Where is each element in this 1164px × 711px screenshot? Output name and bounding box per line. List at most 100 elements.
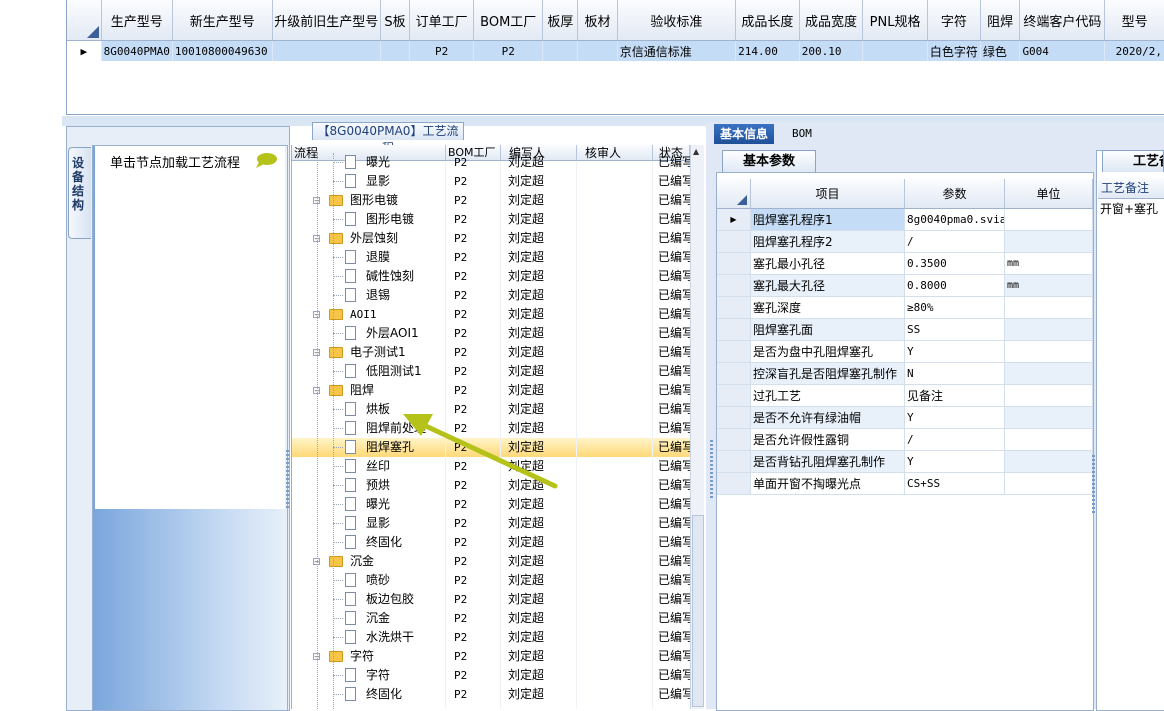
row-selector-icon[interactable]: ▶: [717, 209, 751, 231]
col-header[interactable]: 终端客户代码: [1019, 0, 1106, 41]
param-value[interactable]: CS+SS: [905, 473, 1005, 495]
table-cell[interactable]: 2020/2,: [1104, 40, 1164, 61]
param-unit[interactable]: [1005, 297, 1093, 319]
tree-node[interactable]: 退锡 P2 刘定超 已编写: [292, 286, 690, 305]
table-cell[interactable]: 200.10: [799, 40, 864, 61]
tree-node[interactable]: 低阻测试1 P2 刘定超 已编写: [292, 362, 690, 381]
param-item[interactable]: 是否不允许有绿油帽: [751, 407, 905, 429]
table-cell[interactable]: [862, 40, 928, 61]
col-header[interactable]: 新生产型号: [172, 0, 273, 41]
param-value[interactable]: Y: [905, 341, 1005, 363]
param-value[interactable]: N: [905, 363, 1005, 385]
tree-node[interactable]: 外层AOI1 P2 刘定超 已编写: [292, 324, 690, 343]
table-cell[interactable]: G004: [1019, 40, 1106, 61]
splitter-grip[interactable]: [710, 440, 713, 500]
tree-scrollbar[interactable]: ▲: [690, 145, 704, 709]
col-header[interactable]: 字符: [927, 0, 981, 41]
tree-node[interactable]: −AOI1P2刘定超已编写: [292, 305, 690, 324]
table-row[interactable]: 是否背钻孔阻焊塞孔制作 Y: [717, 451, 1093, 473]
scroll-thumb[interactable]: [692, 515, 704, 707]
param-value[interactable]: 0.8000: [905, 275, 1005, 297]
scroll-up-icon[interactable]: ▲: [693, 147, 699, 156]
col-header[interactable]: 生产型号: [101, 0, 173, 41]
row-selector-icon[interactable]: [717, 275, 751, 297]
table-row[interactable]: ▶ 阻焊塞孔程序1 8g0040pma0.svia: [717, 209, 1093, 231]
param-unit[interactable]: [1005, 451, 1093, 473]
tree-node[interactable]: −电子测试1P2刘定超已编写: [292, 343, 690, 362]
param-value[interactable]: Y: [905, 451, 1005, 473]
param-unit[interactable]: mm: [1005, 275, 1093, 297]
table-row[interactable]: 是否为盘中孔阻焊塞孔 Y: [717, 341, 1093, 363]
col-header[interactable]: 板材: [577, 0, 618, 41]
param-item[interactable]: 塞孔深度: [751, 297, 905, 319]
tree-node[interactable]: 终固化 P2 刘定超 已编写: [292, 685, 690, 704]
tree-node[interactable]: −阻焊P2刘定超已编写: [292, 381, 690, 400]
col-header[interactable]: PNL规格: [862, 0, 928, 41]
top-data-grid[interactable]: 生产型号 新生产型号 升级前旧生产型号 S板 订单工厂 BOM工厂 板厚 板材 …: [66, 0, 1164, 115]
tab-process-remark[interactable]: 工艺备注: [1102, 150, 1164, 172]
tree-node[interactable]: 退膜 P2 刘定超 已编写: [292, 248, 690, 267]
table-cell[interactable]: P2: [473, 40, 544, 61]
table-cell[interactable]: 8G0040PMA0: [101, 40, 173, 61]
param-item[interactable]: 是否背钻孔阻焊塞孔制作: [751, 451, 905, 473]
tree-node[interactable]: −沉金P2刘定超已编写: [292, 552, 690, 571]
table-cell[interactable]: 214.00: [735, 40, 800, 61]
param-item[interactable]: 单面开窗不掏曝光点: [751, 473, 905, 495]
table-row[interactable]: ▶ 8G0040PMA0 10010800049630 P2 P2 京信通信标准…: [67, 40, 1164, 61]
param-value[interactable]: /: [905, 231, 1005, 253]
col-header[interactable]: 升级前旧生产型号: [272, 0, 381, 41]
row-selector-icon[interactable]: [717, 385, 751, 407]
param-unit[interactable]: [1005, 319, 1093, 341]
param-unit[interactable]: mm: [1005, 253, 1093, 275]
table-row[interactable]: 是否不允许有绿油帽 Y: [717, 407, 1093, 429]
tree-node[interactable]: 碱性蚀刻 P2 刘定超 已编写: [292, 267, 690, 286]
row-selector-icon[interactable]: [717, 319, 751, 341]
tree-node[interactable]: 水洗烘干 P2 刘定超 已编写: [292, 628, 690, 647]
col-header[interactable]: 订单工厂: [409, 0, 474, 41]
table-row[interactable]: 过孔工艺 见备注: [717, 385, 1093, 407]
param-item[interactable]: 塞孔最大孔径: [751, 275, 905, 297]
tree-node[interactable]: 终固化 P2 刘定超 已编写: [292, 533, 690, 552]
param-value[interactable]: 见备注: [905, 385, 1005, 407]
params-col-header[interactable]: 项目: [751, 179, 905, 209]
splitter-grip[interactable]: [286, 450, 289, 510]
tree-node[interactable]: 显影 P2 刘定超 已编写: [292, 514, 690, 533]
params-col-header[interactable]: 参数: [905, 179, 1005, 209]
tree-node[interactable]: −外层蚀刻P2刘定超已编写: [292, 229, 690, 248]
tree-node[interactable]: 沉金 P2 刘定超 已编写: [292, 609, 690, 628]
param-value[interactable]: /: [905, 429, 1005, 451]
tree-node[interactable]: 板边包胶 P2 刘定超 已编写: [292, 590, 690, 609]
table-row[interactable]: 塞孔深度 ≥80%: [717, 297, 1093, 319]
row-selector-icon[interactable]: [717, 451, 751, 473]
tab-equipment-structure[interactable]: 设备结构: [68, 147, 91, 239]
table-cell[interactable]: 京信通信标准: [617, 40, 737, 61]
row-selector-icon[interactable]: [717, 231, 751, 253]
table-cell[interactable]: 绿色: [980, 40, 1021, 61]
param-item[interactable]: 过孔工艺: [751, 385, 905, 407]
table-cell[interactable]: 白色字符: [927, 40, 981, 61]
table-row[interactable]: 塞孔最小孔径 0.3500 mm: [717, 253, 1093, 275]
table-row[interactable]: 阻焊塞孔程序2/: [717, 231, 1093, 253]
table-row[interactable]: 阻焊塞孔面 SS: [717, 319, 1093, 341]
param-value[interactable]: ≥80%: [905, 297, 1005, 319]
tab-basic-params[interactable]: 基本参数: [722, 150, 816, 173]
params-grid[interactable]: 项目 参数 单位 ▶ 阻焊塞孔程序1 8g0040pma0.svia 阻焊塞孔程序2/…: [716, 172, 1094, 711]
param-item[interactable]: 塞孔最小孔径: [751, 253, 905, 275]
tab-basic-info[interactable]: 基本信息: [714, 124, 775, 144]
table-cell[interactable]: [380, 40, 411, 61]
col-header[interactable]: 板厚: [542, 0, 579, 41]
param-value[interactable]: 8g0040pma0.svia: [905, 209, 1005, 231]
param-unit[interactable]: [1005, 407, 1093, 429]
param-item[interactable]: 阻焊塞孔程序1: [751, 209, 905, 231]
row-selector-icon[interactable]: [717, 363, 751, 385]
param-unit[interactable]: [1005, 341, 1093, 363]
table-row[interactable]: 控深盲孔是否阻焊塞孔制作 N: [717, 363, 1093, 385]
tree-node[interactable]: 曝光 P2 刘定超 已编写: [292, 153, 690, 172]
tree-node[interactable]: 喷砂 P2 刘定超 已编写: [292, 571, 690, 590]
speech-bubble-icon[interactable]: [254, 152, 278, 168]
table-row[interactable]: 单面开窗不掏曝光点 CS+SS: [717, 473, 1093, 495]
param-item[interactable]: 控深盲孔是否阻焊塞孔制作: [751, 363, 905, 385]
table-cell[interactable]: [542, 40, 579, 61]
row-selector-icon[interactable]: [717, 407, 751, 429]
col-header[interactable]: 成品长度: [735, 0, 800, 41]
